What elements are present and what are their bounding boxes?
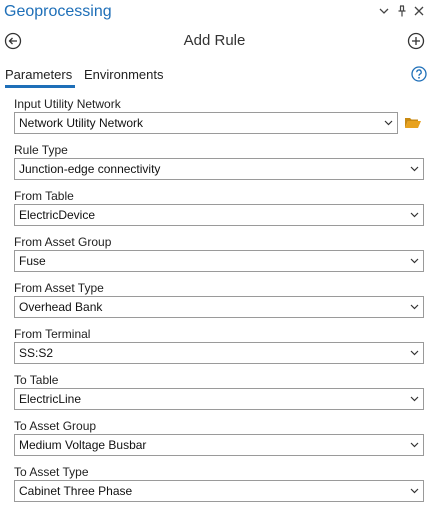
chevron-down-icon[interactable] [405, 205, 423, 225]
chevron-down-icon[interactable] [405, 435, 423, 455]
rule-type-label: Rule Type [14, 143, 68, 157]
from-terminal-dropdown[interactable]: SS:S2 [14, 342, 424, 364]
close-icon[interactable] [412, 4, 426, 18]
rule-type-value: Junction-edge connectivity [19, 162, 161, 176]
from-asset-group-dropdown[interactable]: Fuse [14, 250, 424, 272]
input-network-value: Network Utility Network [19, 116, 144, 130]
to-table-value: ElectricLine [19, 392, 82, 406]
from-table-value: ElectricDevice [19, 208, 96, 222]
chevron-down-icon[interactable] [379, 113, 397, 133]
pin-icon[interactable] [395, 4, 409, 18]
chevron-down-icon[interactable] [377, 4, 391, 18]
to-table-label: To Table [14, 373, 59, 387]
rule-type-dropdown[interactable]: Junction-edge connectivity [14, 158, 424, 180]
to-asset-group-dropdown[interactable]: Medium Voltage Busbar [14, 434, 424, 456]
to-asset-group-value: Medium Voltage Busbar [19, 438, 147, 452]
input-network-dropdown[interactable]: Network Utility Network [14, 112, 398, 134]
chevron-down-icon[interactable] [405, 251, 423, 271]
pane-title: Geoprocessing [4, 3, 112, 20]
from-asset-type-label: From Asset Type [14, 281, 104, 295]
tab-bar: Parameters Environments [0, 62, 429, 88]
chevron-down-icon[interactable] [405, 389, 423, 409]
to-table-dropdown[interactable]: ElectricLine [14, 388, 424, 410]
chevron-down-icon[interactable] [405, 297, 423, 317]
from-terminal-label: From Terminal [14, 327, 91, 341]
active-tab-indicator [5, 85, 75, 88]
from-asset-type-value: Overhead Bank [19, 300, 103, 314]
help-icon[interactable] [411, 66, 427, 82]
from-asset-type-dropdown[interactable]: Overhead Bank [14, 296, 424, 318]
tab-parameters[interactable]: Parameters [5, 67, 72, 82]
folder-open-icon[interactable] [404, 115, 422, 131]
chevron-down-icon[interactable] [405, 343, 423, 363]
from-table-dropdown[interactable]: ElectricDevice [14, 204, 424, 226]
to-asset-type-dropdown[interactable]: Cabinet Three Phase [14, 480, 424, 502]
to-asset-type-value: Cabinet Three Phase [19, 484, 133, 498]
tab-environments[interactable]: Environments [84, 67, 163, 82]
from-table-label: From Table [14, 189, 74, 203]
add-circle-icon[interactable] [406, 31, 426, 51]
from-asset-group-value: Fuse [19, 254, 46, 268]
chevron-down-icon[interactable] [405, 481, 423, 501]
chevron-down-icon[interactable] [405, 159, 423, 179]
from-terminal-value: SS:S2 [19, 346, 54, 360]
input-network-label: Input Utility Network [14, 97, 121, 111]
to-asset-group-label: To Asset Group [14, 419, 97, 433]
tool-title: Add Rule [183, 32, 246, 49]
pane-header: Geoprocessing [0, 0, 429, 25]
from-asset-group-label: From Asset Group [14, 235, 112, 249]
to-asset-type-label: To Asset Type [14, 465, 89, 479]
